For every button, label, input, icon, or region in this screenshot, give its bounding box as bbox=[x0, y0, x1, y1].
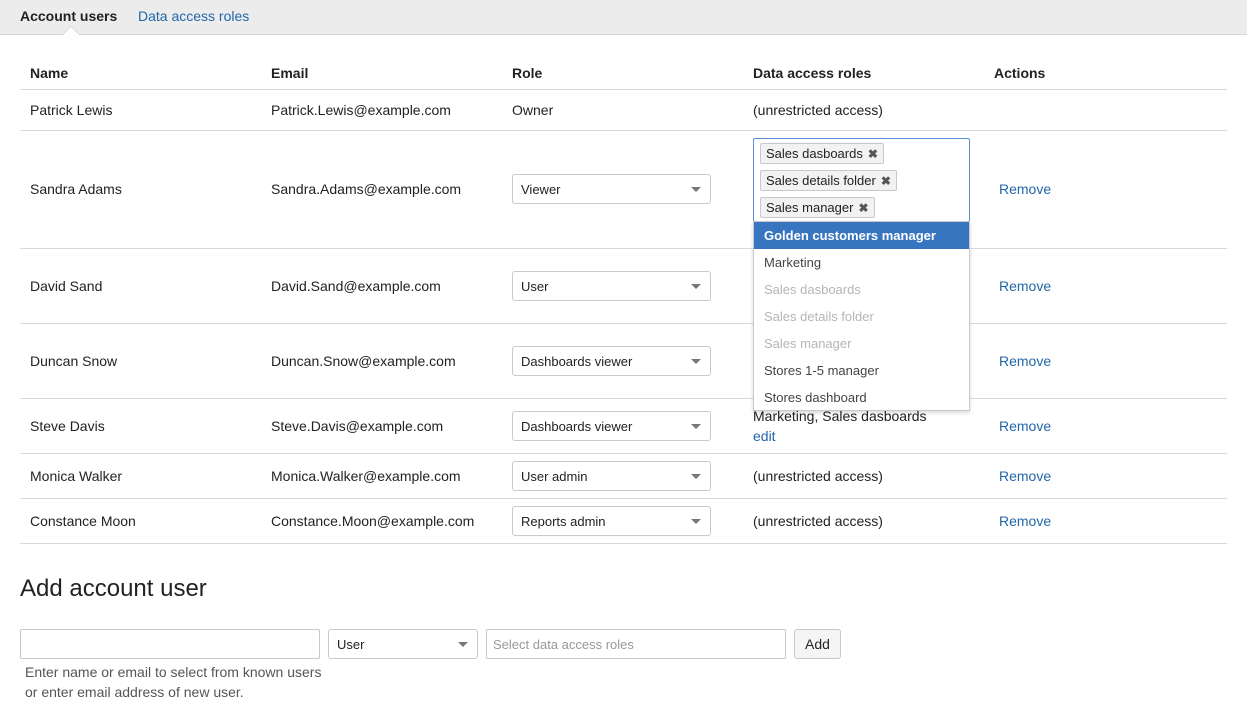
role-select[interactable]: User bbox=[512, 271, 711, 301]
header-data-access-roles: Data access roles bbox=[753, 65, 872, 81]
user-name: Steve Davis bbox=[30, 418, 105, 434]
user-email: Steve.Davis@example.com bbox=[271, 418, 444, 434]
dropdown-option-disabled: Sales dasboards bbox=[764, 282, 861, 297]
role-select-value: User bbox=[521, 279, 549, 294]
row-divider bbox=[20, 89, 1227, 90]
header-email: Email bbox=[271, 65, 309, 81]
remove-tag-icon[interactable]: ✖ bbox=[858, 201, 868, 215]
active-tab-indicator-fill bbox=[63, 27, 79, 35]
access-tag: Sales details folder ✖ bbox=[760, 170, 897, 191]
access-tag: Sales dasboards ✖ bbox=[760, 143, 884, 164]
user-data-access: (unrestricted access) bbox=[753, 102, 883, 118]
dropdown-option[interactable]: Marketing bbox=[754, 249, 969, 276]
row-divider bbox=[20, 248, 1227, 249]
role-select[interactable]: Dashboards viewer bbox=[512, 346, 711, 376]
user-name: Sandra Adams bbox=[30, 181, 122, 197]
chevron-down-icon bbox=[691, 519, 701, 524]
dropdown-option-disabled: Sales manager bbox=[764, 336, 852, 351]
new-user-role-value: User bbox=[337, 637, 365, 652]
input-hint: or enter email address of new user. bbox=[25, 684, 244, 700]
access-tag: Sales manager ✖ bbox=[760, 197, 875, 218]
new-user-role-select[interactable]: User bbox=[328, 629, 478, 659]
user-name: Constance Moon bbox=[30, 513, 136, 529]
role-select[interactable]: Dashboards viewer bbox=[512, 411, 711, 441]
remove-tag-icon[interactable]: ✖ bbox=[881, 174, 891, 188]
remove-link[interactable]: Remove bbox=[999, 180, 1051, 198]
role-select-value: Viewer bbox=[521, 182, 561, 197]
add-user-title: Add account user bbox=[20, 575, 207, 602]
remove-link[interactable]: Remove bbox=[999, 417, 1051, 435]
row-divider bbox=[20, 323, 1227, 324]
data-access-tag-input[interactable]: Sales dasboards ✖ Sales details folder ✖ S… bbox=[753, 138, 970, 222]
user-email: Sandra.Adams@example.com bbox=[271, 181, 462, 197]
data-access-roles-input[interactable]: Select data access roles bbox=[486, 629, 786, 659]
chevron-down-icon bbox=[691, 424, 701, 429]
tab-bar: Account users Data access roles bbox=[0, 0, 1247, 35]
user-role-text: Owner bbox=[512, 102, 554, 118]
role-select-value: Dashboards viewer bbox=[521, 419, 633, 434]
tab-data-access-roles[interactable]: Data access roles bbox=[138, 8, 249, 24]
user-email: Duncan.Snow@example.com bbox=[271, 353, 456, 369]
dropdown-option[interactable]: Stores 1-5 manager bbox=[754, 357, 969, 384]
row-divider bbox=[20, 498, 1227, 499]
remove-link[interactable]: Remove bbox=[999, 277, 1051, 295]
access-tag-label: Sales details folder bbox=[766, 173, 876, 188]
dropdown-option-disabled: Sales details folder bbox=[764, 309, 874, 324]
role-select[interactable]: User admin bbox=[512, 461, 711, 491]
header-actions: Actions bbox=[994, 65, 1046, 81]
role-select-value: Dashboards viewer bbox=[521, 354, 633, 369]
user-name: Duncan Snow bbox=[30, 353, 118, 369]
remove-link[interactable]: Remove bbox=[999, 467, 1051, 485]
header-name: Name bbox=[30, 65, 69, 81]
user-email: Patrick.Lewis@example.com bbox=[271, 102, 451, 118]
user-email: Monica.Walker@example.com bbox=[271, 468, 461, 484]
user-email: David.Sand@example.com bbox=[271, 278, 441, 294]
chevron-down-icon bbox=[691, 359, 701, 364]
dropdown-option[interactable]: Golden customers manager bbox=[754, 222, 969, 249]
chevron-down-icon bbox=[458, 642, 468, 647]
dropdown-option[interactable]: Stores dashboard bbox=[754, 384, 969, 411]
row-divider bbox=[20, 543, 1227, 544]
role-select-value: Reports admin bbox=[521, 514, 606, 529]
edit-access-link[interactable]: edit bbox=[753, 427, 776, 445]
chevron-down-icon bbox=[691, 474, 701, 479]
user-data-access: (unrestricted access) bbox=[753, 513, 883, 529]
remove-tag-icon[interactable]: ✖ bbox=[868, 147, 878, 161]
role-select[interactable]: Viewer bbox=[512, 174, 711, 204]
access-tag-label: Sales dasboards bbox=[766, 146, 863, 161]
chevron-down-icon bbox=[691, 187, 701, 192]
row-divider bbox=[20, 398, 1227, 399]
row-divider bbox=[20, 453, 1227, 454]
role-select-value: User admin bbox=[521, 469, 588, 484]
user-name: David Sand bbox=[30, 278, 103, 294]
tab-account-users[interactable]: Account users bbox=[20, 8, 117, 24]
remove-link[interactable]: Remove bbox=[999, 512, 1051, 530]
add-button[interactable]: Add bbox=[794, 629, 841, 659]
user-email: Constance.Moon@example.com bbox=[271, 513, 475, 529]
user-name: Patrick Lewis bbox=[30, 102, 113, 118]
role-select[interactable]: Reports admin bbox=[512, 506, 711, 536]
row-divider bbox=[20, 130, 1227, 131]
chevron-down-icon bbox=[691, 284, 701, 289]
data-access-roles-placeholder: Select data access roles bbox=[493, 637, 634, 652]
user-name: Monica Walker bbox=[30, 468, 123, 484]
remove-link[interactable]: Remove bbox=[999, 352, 1051, 370]
header-role: Role bbox=[512, 65, 543, 81]
user-search-input[interactable] bbox=[20, 629, 320, 659]
access-tag-label: Sales manager bbox=[766, 200, 854, 215]
access-role-dropdown: Golden customers manager Marketing Sales… bbox=[753, 221, 970, 411]
input-hint: Enter name or email to select from known… bbox=[25, 664, 322, 680]
user-data-access: (unrestricted access) bbox=[753, 468, 883, 484]
